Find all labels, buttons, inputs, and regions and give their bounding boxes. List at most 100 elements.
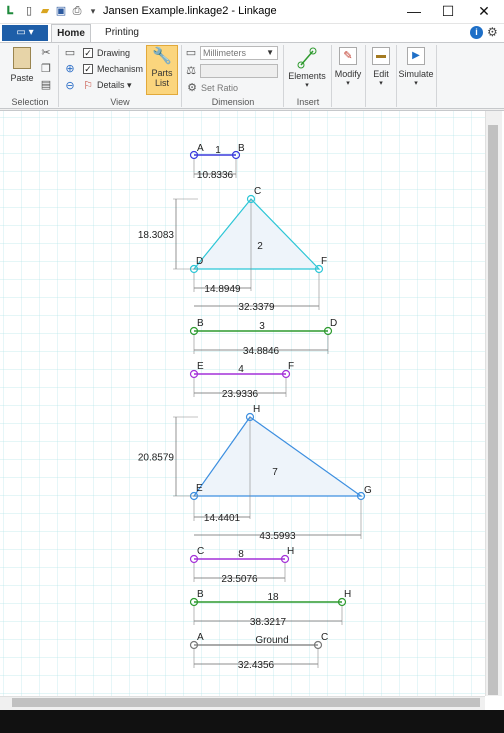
joint-label-E: E [197,361,204,372]
tab-home[interactable]: Home [51,24,91,42]
dimension-label: 23.9336 [222,389,259,400]
set-ratio-button[interactable]: Set Ratio [201,83,238,93]
dimension-label: 14.8949 [204,284,241,295]
parts-list-button[interactable]: 🔧 Parts List [146,45,178,95]
simulate-button[interactable]: ▶ Simulate ▾ [398,47,434,95]
window-title: Jansen Example.linkage2 - Linkage [103,5,277,17]
part-1-label: 1 [215,145,221,156]
joint-label-D: D [196,256,203,267]
horizontal-scroll-thumb[interactable] [12,698,480,707]
dimension-label: 32.3379 [238,302,275,313]
ribbon-tab-bar: ▭ ▾ Home Printing i ⚙ [0,24,504,42]
open-folder-icon[interactable]: ▰ [38,4,52,18]
joint-label-H: H [344,589,351,600]
ribbon-panel: Paste ✂ ❐ ▤ Selection ▭ ✓ Drawing ⊕ ✓ Me… [0,42,504,109]
dimension-label: 38.3217 [250,617,287,628]
parts-layer: A B 1 10.8336 C D F 2 18.3083 14.8949 32.3379 B D 3 34… [138,143,372,671]
new-file-icon[interactable]: ▯ [22,4,36,18]
play-icon: ▶ [407,47,425,65]
vertical-scroll-thumb[interactable] [488,125,498,695]
group-separator [283,45,284,107]
app-logo-icon: 𝐋 [6,5,14,17]
cut-icon[interactable]: ✂ [40,47,52,59]
set-ratio-gear-icon: ⚙ [187,82,197,94]
group-separator [58,45,59,107]
part-7-label: 7 [272,467,278,478]
dimension-group-label: Dimension [211,97,255,107]
edit-label: Edit [373,69,389,79]
joint-label-B: B [197,318,204,329]
drawing-label: Drawing [97,48,131,58]
elements-icon [297,47,317,69]
dimension-label: 18.3083 [138,230,175,241]
clipboard-icon [13,47,31,69]
save-icon[interactable]: ▣ [54,4,68,18]
ratio-input[interactable] [200,64,278,78]
dimension-label: 14.4401 [204,513,241,524]
modify-button[interactable]: ✎ Modify ▾ [333,47,363,95]
dimension-label: 32.4356 [238,660,275,671]
chevron-down-icon: ▾ [414,80,418,87]
joint-label-D: D [330,318,337,329]
joint-label-F: F [288,361,294,372]
units-icon: ▭ [185,47,197,59]
joint-label-B: B [197,589,204,600]
group-separator [331,45,332,107]
copy-icon[interactable]: ❐ [40,63,52,75]
chevron-down-icon: ▾ [305,82,309,89]
parts-list-label-2: List [154,78,169,88]
elements-label: Elements [288,71,326,81]
edit-button[interactable]: ▬ Edit ▾ [367,47,395,95]
part-8-label: 8 [238,549,244,560]
ground-label: Ground [255,635,288,646]
chevron-down-icon: ▼ [266,48,274,57]
paste-button[interactable]: Paste [8,47,36,91]
drawing-view-icon: ▭ [64,47,76,59]
application-menu-button[interactable]: ▭ ▾ [2,25,48,41]
mechanism-checkbox[interactable]: ✓ [83,64,93,74]
drawing-canvas[interactable]: A B 1 10.8336 C D F 2 18.3083 14.8949 32.3379 B D 3 34… [0,110,504,710]
ratio-icon: ⚖ [186,65,196,77]
help-icon[interactable]: i [470,26,483,39]
joint-label-E: E [196,483,203,494]
joint-label-H: H [253,404,260,415]
modify-icon: ✎ [339,47,357,65]
joint-label-C: C [197,546,204,557]
taskbar-strip [0,710,504,733]
title-bar: 𝐋 ▯ ▰ ▣ ⎙ ▾ Jansen Example.linkage2 - Li… [0,0,504,24]
group-separator [436,45,437,107]
joint-label-A: A [197,143,204,154]
dimension-label: 43.5993 [259,531,296,542]
format-painter-icon[interactable]: ▤ [40,79,52,91]
dimension-label: 23.5076 [221,574,258,585]
part-3-label: 3 [259,321,265,332]
zoom-in-icon[interactable]: ⊕ [64,63,76,75]
view-group-label: View [110,97,130,107]
minimize-button[interactable]: — [398,0,430,24]
paste-label: Paste [10,73,34,83]
quick-access-dropdown-icon[interactable]: ▾ [86,4,100,18]
simulate-label: Simulate [398,69,434,79]
print-icon[interactable]: ⎙ [70,4,84,18]
zoom-out-icon[interactable]: ⊖ [64,80,76,92]
part-2-plate [192,198,321,270]
modify-label: Modify [334,69,362,79]
settings-gear-icon[interactable]: ⚙ [487,26,498,39]
maximize-button[interactable]: ☐ [432,0,464,24]
group-separator [365,45,366,107]
dimension-label: 10.8336 [197,170,234,181]
tab-printing[interactable]: Printing [96,24,148,42]
close-button[interactable]: ✕ [468,0,500,24]
drawing-checkbox[interactable]: ✓ [83,48,93,58]
elements-button[interactable]: Elements ▾ [286,47,328,95]
joint-label-F: F [321,256,327,267]
parts-list-label-1: Parts [151,68,173,78]
part-4-label: 4 [238,364,244,375]
joint-label-C: C [254,186,261,197]
joint-label-A: A [197,632,204,643]
units-select[interactable]: Millimeters ▼ [200,46,278,60]
app-window: 𝐋 ▯ ▰ ▣ ⎙ ▾ Jansen Example.linkage2 - Li… [0,0,504,733]
joint-label-G: G [364,485,372,496]
details-dropdown[interactable]: Details ▾ [97,80,132,91]
joint-label-B: B [238,143,245,154]
